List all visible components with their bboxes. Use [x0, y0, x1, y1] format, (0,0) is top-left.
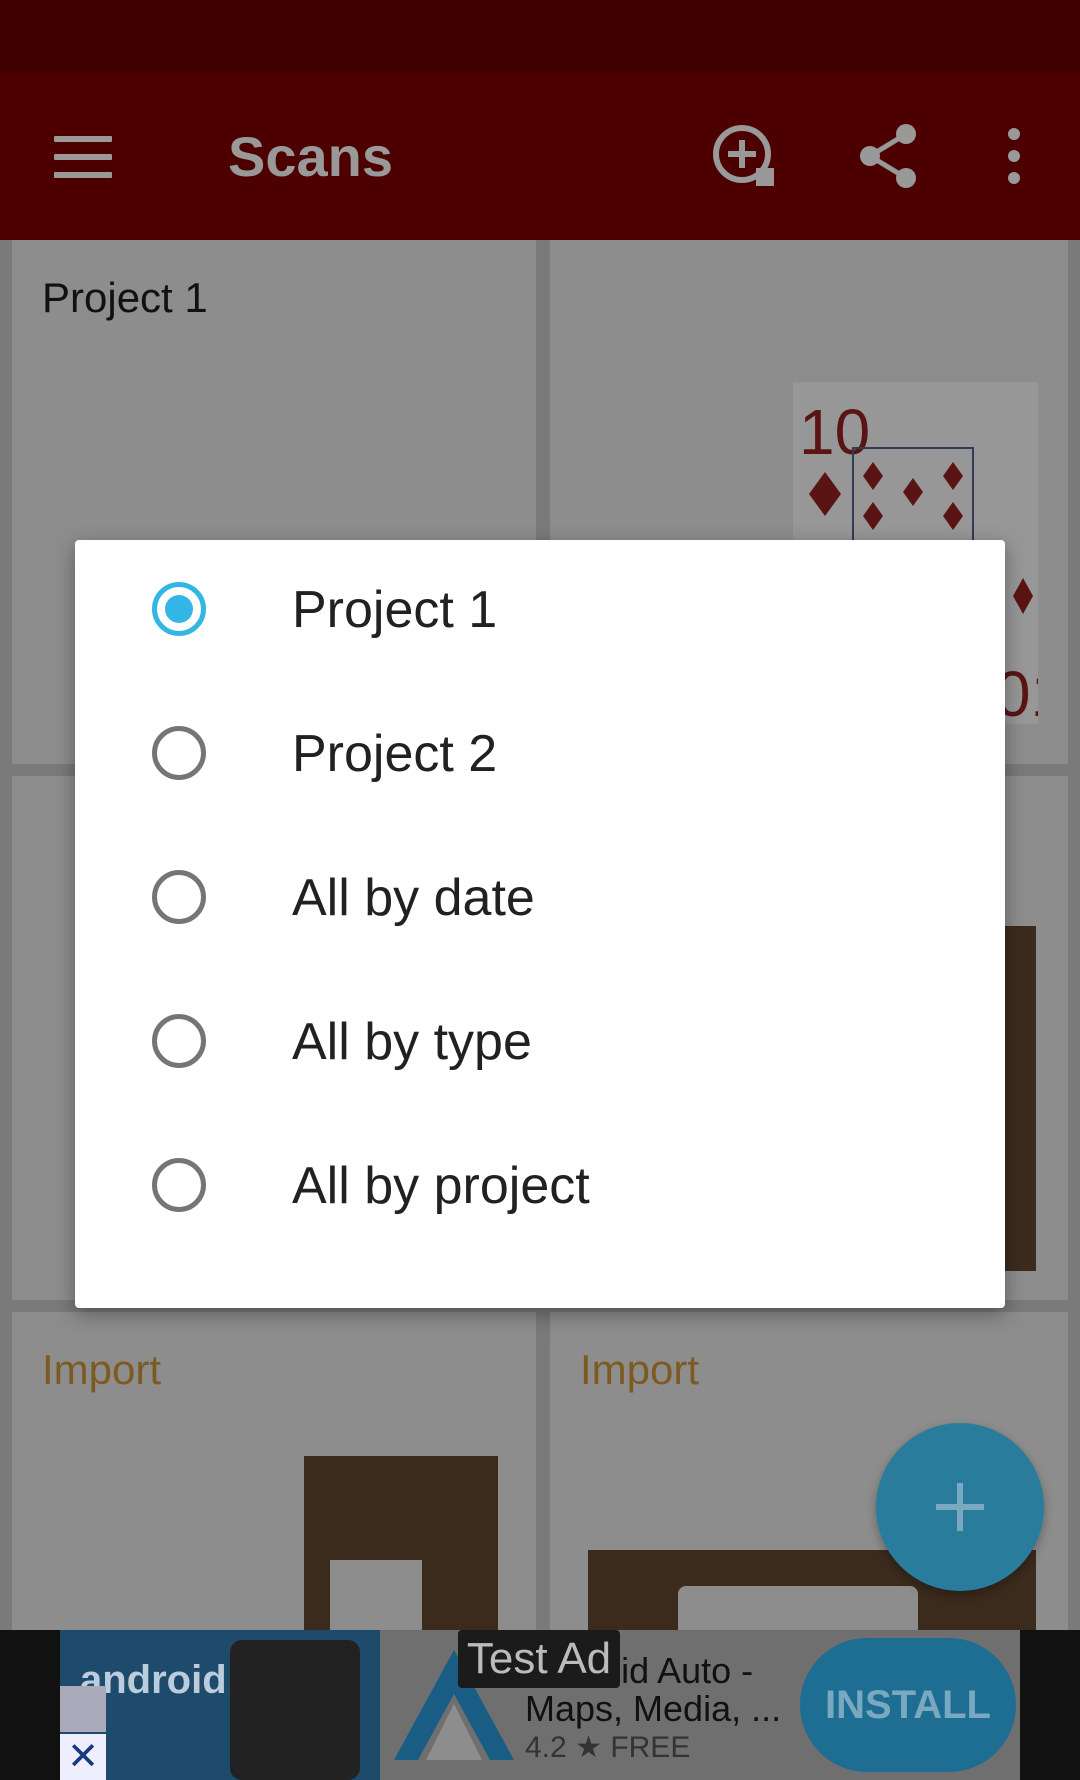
option-label: All by project	[292, 1157, 590, 1215]
test-ad-badge: Test Ad	[458, 1630, 620, 1688]
option-label: All by type	[292, 1013, 532, 1071]
option-label: Project 2	[292, 725, 498, 783]
radio-unchecked-icon[interactable]	[152, 1158, 206, 1212]
option-label: Project 1	[292, 581, 498, 639]
app-bar: Scans	[0, 72, 1080, 240]
ad-rating: 4.2 ★ FREE	[525, 1730, 690, 1765]
install-button[interactable]: INSTALL	[800, 1638, 1016, 1772]
radio-unchecked-icon[interactable]	[152, 870, 206, 924]
add-scan-icon[interactable]	[708, 120, 780, 192]
radio-option-project-2[interactable]: Project 2	[75, 684, 1005, 828]
share-icon[interactable]	[852, 120, 924, 192]
phone-image	[230, 1640, 360, 1780]
radio-option-project-1[interactable]: Project 1	[75, 540, 1005, 684]
radio-checked-icon[interactable]	[152, 582, 206, 636]
add-fab-button[interactable]	[876, 1423, 1044, 1591]
plus-icon	[936, 1483, 984, 1531]
svg-text:10: 10	[799, 396, 870, 468]
radio-option-all-by-date[interactable]: All by date	[75, 828, 1005, 972]
rating-value: 4.2	[525, 1731, 567, 1764]
price: FREE	[610, 1731, 691, 1764]
radio-option-all-by-project[interactable]: All by project	[75, 1116, 1005, 1260]
card-label: Project 1	[42, 274, 208, 321]
ad-close-icon[interactable]: ✕	[60, 1734, 106, 1780]
page-title: Scans	[228, 125, 393, 188]
card-label: Import	[580, 1346, 700, 1393]
more-vert-icon[interactable]	[978, 120, 1050, 192]
sort-dialog: Project 1 Project 2 All by date All by t…	[75, 540, 1005, 1308]
card-thumbnail	[304, 1456, 498, 1630]
radio-unchecked-icon[interactable]	[152, 726, 206, 780]
star-icon: ★	[575, 1731, 602, 1764]
ad-image[interactable]: android auto ✕	[60, 1630, 380, 1780]
scan-card[interactable]: Import	[12, 1312, 536, 1642]
status-bar	[0, 0, 1080, 72]
option-label: All by date	[292, 869, 535, 927]
ad-choices-icon[interactable]	[60, 1686, 106, 1732]
card-label: Import	[42, 1346, 162, 1393]
ad-bar: android auto ✕ Android Auto - Maps, Medi…	[0, 1630, 1080, 1780]
hamburger-menu-icon[interactable]	[54, 136, 112, 178]
ad-title-line2: Maps, Media, ...	[525, 1688, 782, 1729]
radio-option-all-by-type[interactable]: All by type	[75, 972, 1005, 1116]
radio-unchecked-icon[interactable]	[152, 1014, 206, 1068]
